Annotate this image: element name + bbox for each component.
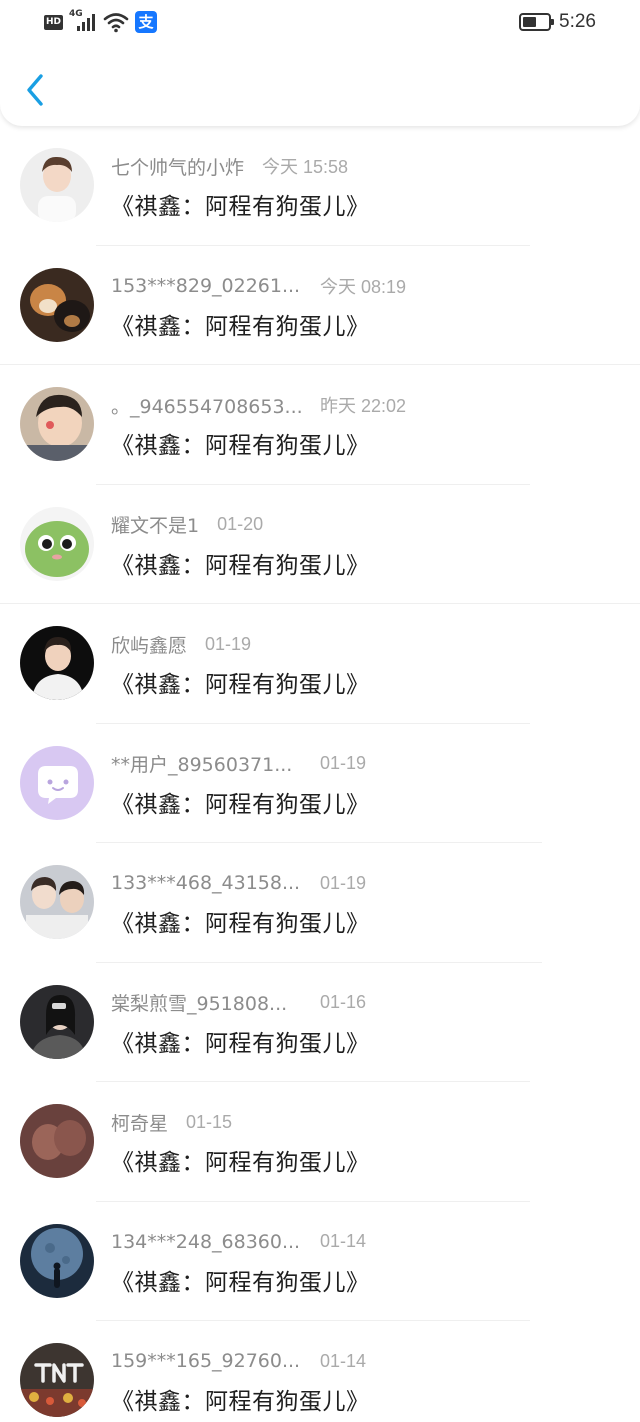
item-meta: 134***248_68360... 01-14 [111, 1228, 366, 1256]
timestamp: 01-15 [186, 1111, 233, 1132]
nickname: 欣屿鑫愿 [111, 634, 188, 657]
alipay-icon: 支 [135, 11, 158, 33]
nickname: 耀文不是1 [111, 515, 200, 537]
avatar[interactable] [20, 984, 94, 1059]
item-title: 《祺鑫：阿程有狗蛋儿》 [111, 1269, 370, 1296]
item-title: 《祺鑫：阿程有狗蛋儿》 [111, 791, 370, 818]
nickname: 159***165_92760... [111, 1350, 301, 1372]
top-header: HD 4G 支 5:26 [0, 0, 640, 126]
comment-list: 七个帅气的小炸 今天 15:58 《祺鑫：阿程有狗蛋儿》 153***829_0… [0, 126, 640, 1422]
item-title: 《祺鑫：阿程有狗蛋儿》 [111, 313, 370, 340]
nickname: 棠梨煎雪_951808... [111, 993, 288, 1015]
avatar[interactable] [20, 1104, 94, 1178]
item-title: 《祺鑫：阿程有狗蛋儿》 [111, 194, 370, 220]
avatar[interactable] [20, 865, 94, 939]
timestamp: 01-14 [320, 1350, 367, 1371]
item-title: 《祺鑫：阿程有狗蛋儿》 [111, 552, 370, 579]
item-meta: **用户_89560371... 01-19 [111, 750, 366, 778]
wifi-icon [103, 13, 129, 33]
timestamp: 01-19 [320, 753, 367, 773]
item-title: 《祺鑫：阿程有狗蛋儿》 [111, 1389, 370, 1415]
item-meta: 棠梨煎雪_951808... 01-16 [111, 989, 366, 1017]
item-meta: 七个帅气的小炸 今天 15:58 [111, 152, 348, 180]
timestamp: 01-20 [217, 514, 264, 534]
avatar[interactable] [20, 506, 94, 581]
back-button[interactable] [18, 68, 52, 112]
avatar[interactable] [20, 267, 94, 342]
status-bar: HD 4G 支 5:26 [0, 0, 640, 44]
item-title: 《祺鑫：阿程有狗蛋儿》 [111, 1030, 370, 1057]
cellular-signal-icon: 4G [69, 9, 97, 33]
timestamp: 01-19 [205, 633, 252, 654]
list-item[interactable]: 153***829_02261... 今天 08:19 《祺鑫：阿程有狗蛋儿》 [0, 246, 640, 365]
nickname: 。_946554708653... [111, 395, 303, 418]
list-item[interactable]: 欣屿鑫愿 01-19 《祺鑫：阿程有狗蛋儿》 [0, 604, 640, 724]
timestamp: 今天 15:58 [262, 157, 349, 177]
list-item[interactable]: **用户_89560371... 01-19 《祺鑫：阿程有狗蛋儿》 [0, 724, 640, 843]
avatar[interactable] [20, 626, 94, 700]
list-item[interactable]: 。_946554708653... 昨天 22:02 《祺鑫：阿程有狗蛋儿》 [0, 365, 640, 485]
chevron-left-icon [27, 74, 43, 106]
nickname: **用户_89560371... [111, 754, 293, 776]
list-item[interactable]: 柯奇星 01-15 《祺鑫：阿程有狗蛋儿》 [0, 1082, 640, 1202]
item-meta: 153***829_02261... 今天 08:19 [111, 272, 406, 300]
avatar[interactable] [20, 1223, 94, 1298]
list-item[interactable]: 七个帅气的小炸 今天 15:58 《祺鑫：阿程有狗蛋儿》 [0, 126, 640, 246]
list-item[interactable]: 棠梨煎雪_951808... 01-16 《祺鑫：阿程有狗蛋儿》 [0, 963, 640, 1082]
list-item[interactable]: 159***165_92760... 01-14 《祺鑫：阿程有狗蛋儿》 [0, 1321, 640, 1422]
item-title: 《祺鑫：阿程有狗蛋儿》 [111, 672, 370, 698]
timestamp: 昨天 22:02 [320, 396, 407, 416]
item-title: 《祺鑫：阿程有狗蛋儿》 [111, 911, 370, 937]
avatar[interactable] [20, 148, 94, 222]
item-meta: 柯奇星 01-15 [111, 1108, 232, 1136]
item-meta: 159***165_92760... 01-14 [111, 1347, 366, 1375]
nickname: 柯奇星 [111, 1112, 169, 1135]
item-title: 《祺鑫：阿程有狗蛋儿》 [111, 1150, 370, 1176]
avatar[interactable] [20, 1343, 94, 1417]
item-meta: 耀文不是1 01-20 [111, 511, 263, 539]
status-time: 5:26 [559, 11, 596, 32]
nickname: 七个帅气的小炸 [111, 156, 245, 179]
list-item[interactable]: 耀文不是1 01-20 《祺鑫：阿程有狗蛋儿》 [0, 485, 640, 604]
network-type-label: 4G [69, 9, 83, 19]
timestamp: 01-16 [320, 992, 367, 1012]
timestamp: 今天 08:19 [320, 276, 407, 297]
list-item[interactable]: 133***468_43158... 01-19 《祺鑫：阿程有狗蛋儿》 [0, 843, 640, 963]
nickname: 134***248_68360... [111, 1230, 301, 1253]
item-meta: 欣屿鑫愿 01-19 [111, 630, 251, 658]
item-title: 《祺鑫：阿程有狗蛋儿》 [111, 433, 370, 459]
avatar[interactable] [20, 387, 94, 461]
battery-icon [519, 13, 555, 31]
hd-badge: HD [44, 14, 64, 30]
list-item[interactable]: 134***248_68360... 01-14 《祺鑫：阿程有狗蛋儿》 [0, 1202, 640, 1321]
nickname: 153***829_02261... [111, 274, 301, 297]
status-left: HD 4G 支 [44, 9, 158, 34]
item-meta: 133***468_43158... 01-19 [111, 869, 366, 897]
nickname: 133***468_43158... [111, 872, 301, 894]
timestamp: 01-14 [320, 1231, 367, 1251]
item-meta: 。_946554708653... 昨天 22:02 [111, 391, 406, 419]
timestamp: 01-19 [320, 872, 367, 893]
avatar[interactable] [20, 745, 94, 820]
status-right: 5:26 [519, 10, 596, 34]
